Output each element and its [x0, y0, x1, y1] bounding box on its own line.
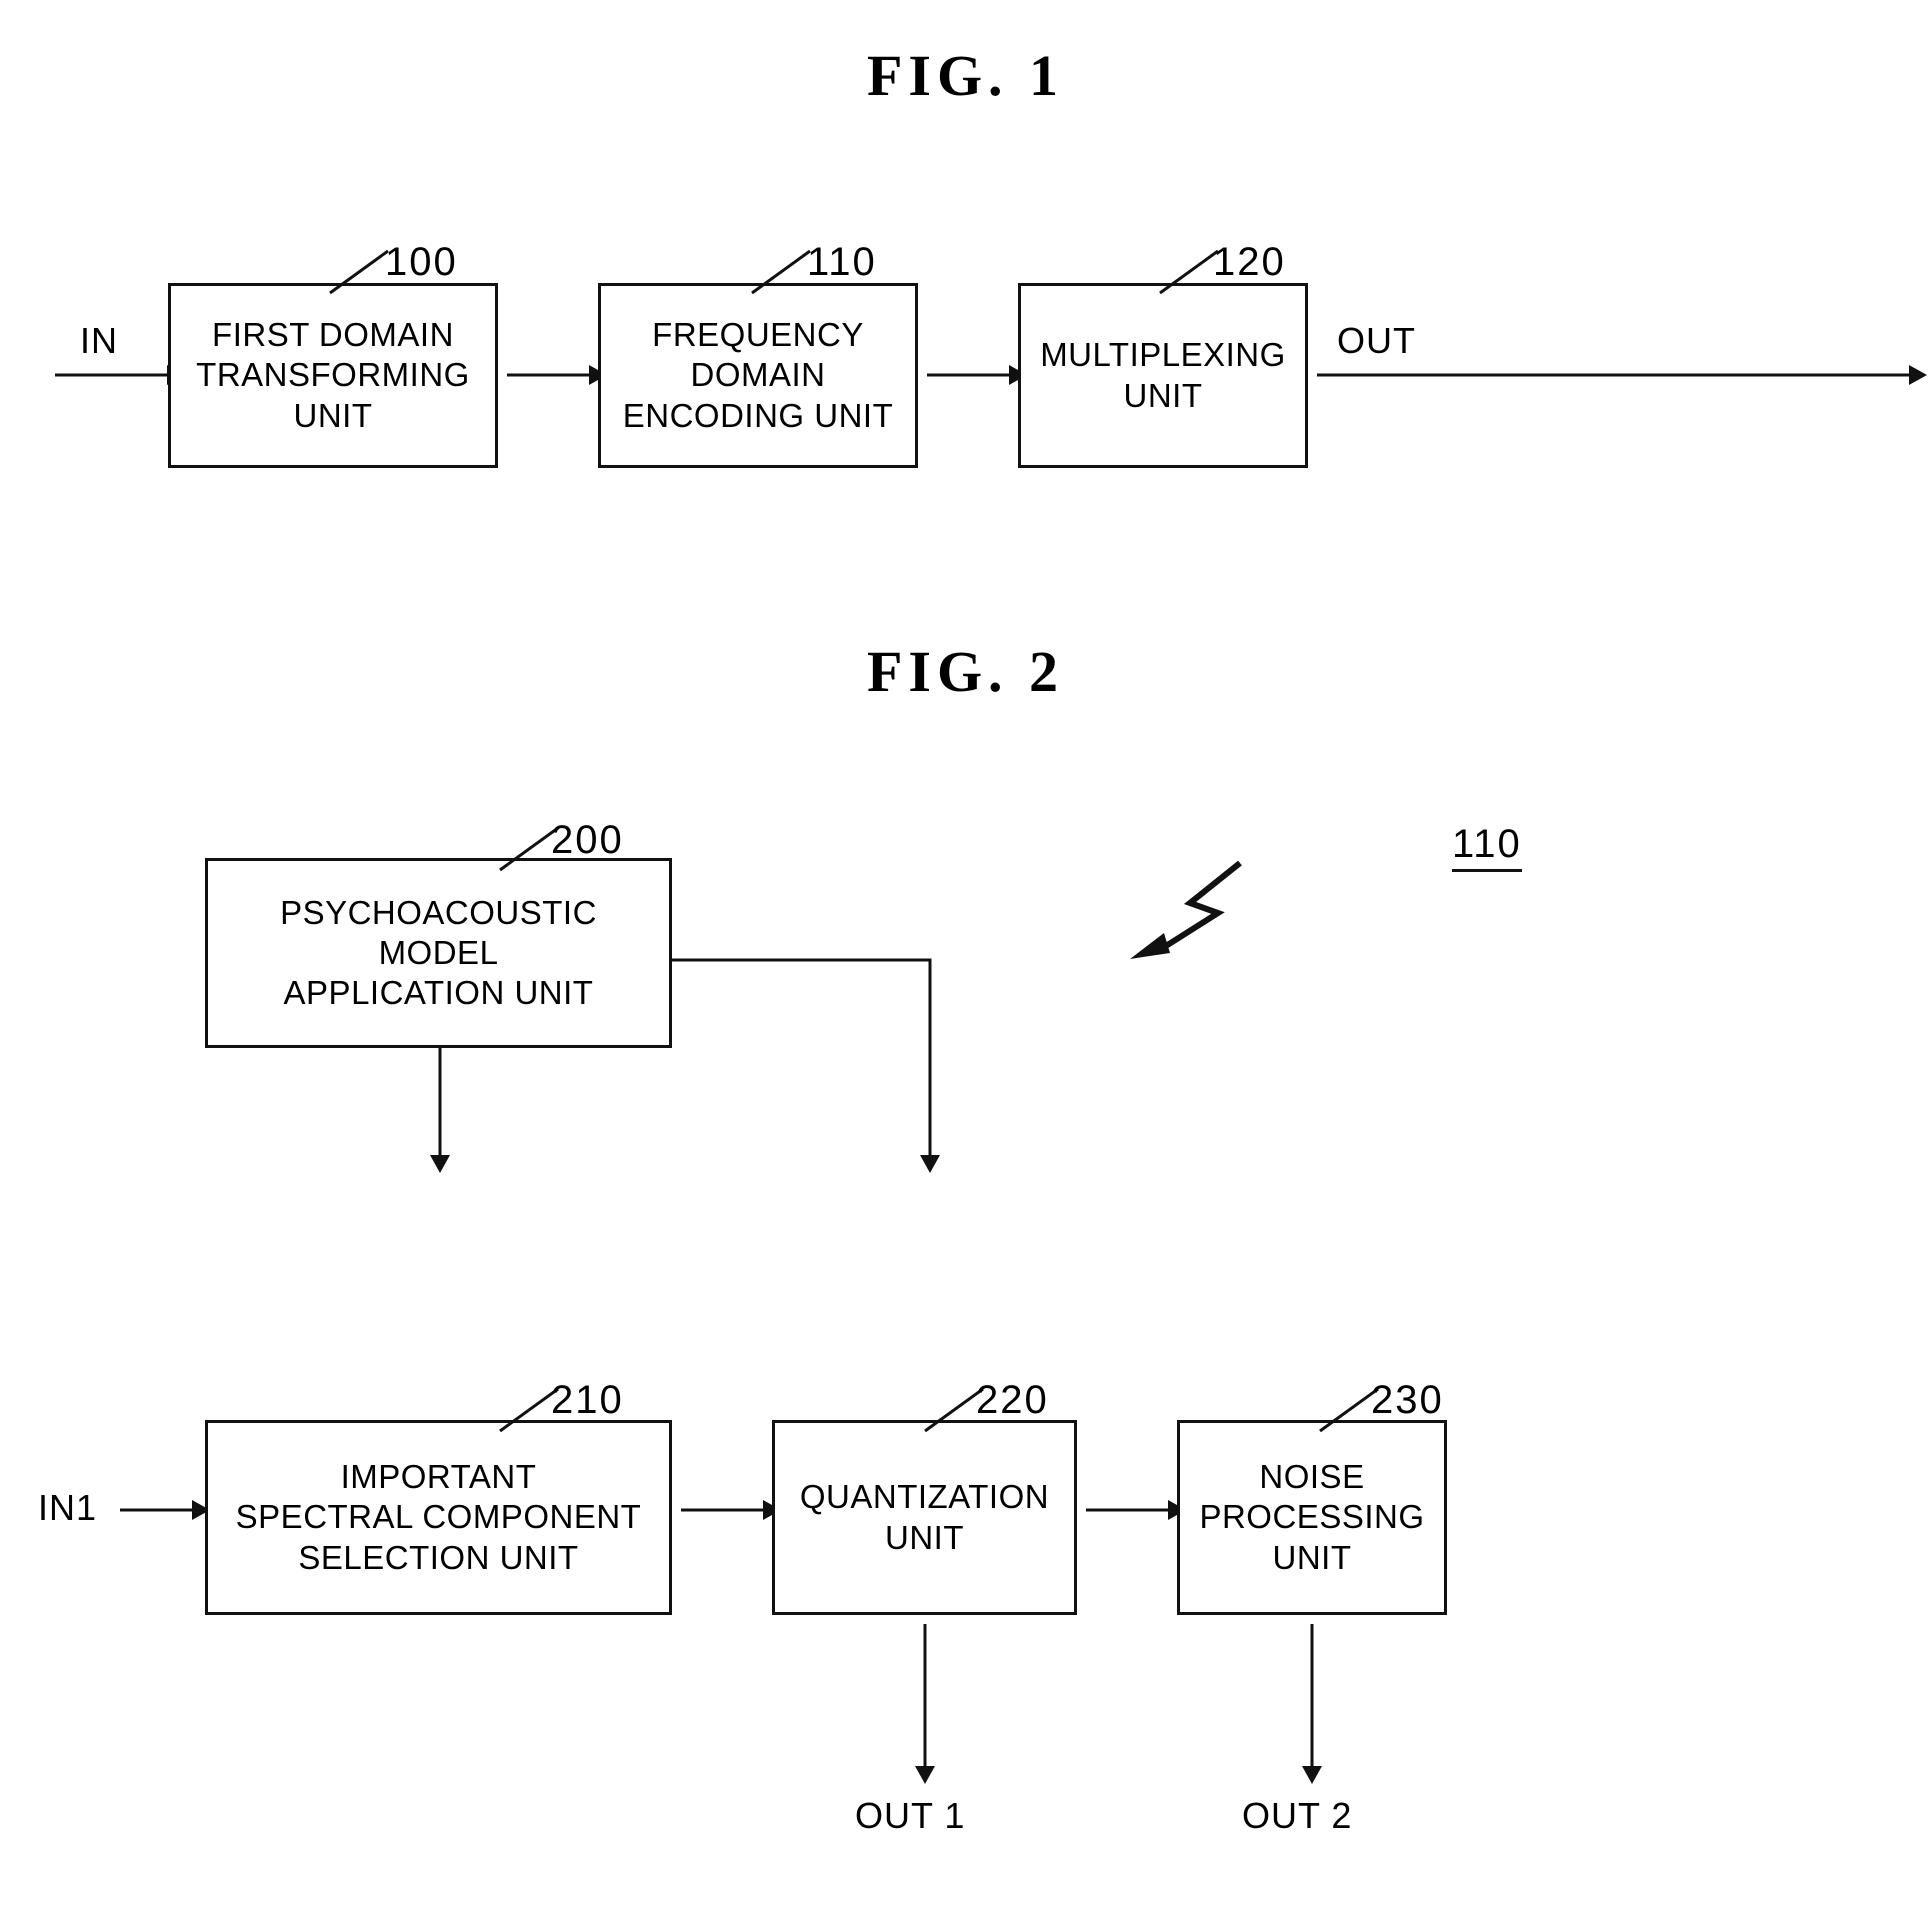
arrow-quantization-to-noise-processing [1086, 1490, 1186, 1530]
signal-label-in: IN [80, 320, 118, 361]
block-noise-processing-unit: NOISE PROCESSING UNIT [1177, 1420, 1453, 1621]
reference-numeral-100: 100 [385, 240, 458, 284]
block-important-spectral-component-selection-unit: IMPORTANT SPECTRAL COMPONENT SELECTION U… [205, 1420, 678, 1621]
block-label: FREQUENCY DOMAIN ENCODING UNIT [622, 316, 894, 434]
block-label: QUANTIZATION UNIT [799, 1478, 1050, 1556]
block-label: PSYCHOACOUSTIC MODEL APPLICATION UNIT [280, 893, 597, 1012]
block-multiplexing-unit: MULTIPLEXING UNIT [1018, 283, 1314, 474]
reference-numeral-110: 110 [807, 240, 877, 284]
block-label: NOISE PROCESSING UNIT [1199, 1458, 1425, 1576]
reference-numeral-200: 200 [551, 818, 624, 862]
arrow-psychoacoustic-to-spectral-selection [420, 1048, 460, 1173]
arrow-frequency-encoding-to-multiplexing [927, 355, 1027, 395]
arrow-noise-processing-to-out2 [1292, 1624, 1332, 1784]
block-label: FIRST DOMAIN TRANSFORMING UNIT [196, 316, 470, 434]
block-quantization-unit: QUANTIZATION UNIT [772, 1420, 1083, 1621]
leader-lightning-110 [1120, 855, 1250, 965]
signal-label-out1: OUT 1 [855, 1795, 966, 1836]
arrow-psychoacoustic-to-quantization [672, 955, 962, 1175]
block-label: IMPORTANT SPECTRAL COMPONENT SELECTION U… [235, 1458, 642, 1576]
arrow-spectral-selection-to-quantization [681, 1490, 781, 1530]
arrow-in1-to-spectral-selection [120, 1490, 210, 1530]
reference-numeral-210: 210 [551, 1378, 624, 1422]
signal-label-in1: IN1 [38, 1487, 98, 1528]
arrow-first-domain-to-frequency-encoding [507, 355, 607, 395]
figure-2-title: FIG. 2 [866, 639, 1065, 704]
block-psychoacoustic-model-application-unit: PSYCHOACOUSTIC MODEL APPLICATION UNIT [205, 858, 678, 1054]
block-label: MULTIPLEXING UNIT [1040, 336, 1286, 414]
signal-label-out2: OUT 2 [1242, 1795, 1353, 1836]
reference-numeral-220: 220 [976, 1378, 1049, 1422]
reference-numeral-230: 230 [1371, 1378, 1444, 1422]
patent-drawing-sheet: FIG. 1 IN FIRST DOMAIN TRANSFORMING UNIT… [0, 0, 1931, 1922]
arrow-quantization-to-out1 [905, 1624, 945, 1784]
figure-1-title: FIG. 1 [866, 43, 1065, 108]
block-frequency-domain-encoding-unit: FREQUENCY DOMAIN ENCODING UNIT [598, 283, 924, 474]
arrow-in-to-first-domain [55, 355, 185, 395]
callout-reference-numeral-110: 110 [1452, 822, 1522, 872]
signal-label-out: OUT [1337, 320, 1416, 361]
block-first-domain-transforming-unit: FIRST DOMAIN TRANSFORMING UNIT [168, 283, 504, 474]
reference-numeral-120: 120 [1213, 240, 1286, 284]
